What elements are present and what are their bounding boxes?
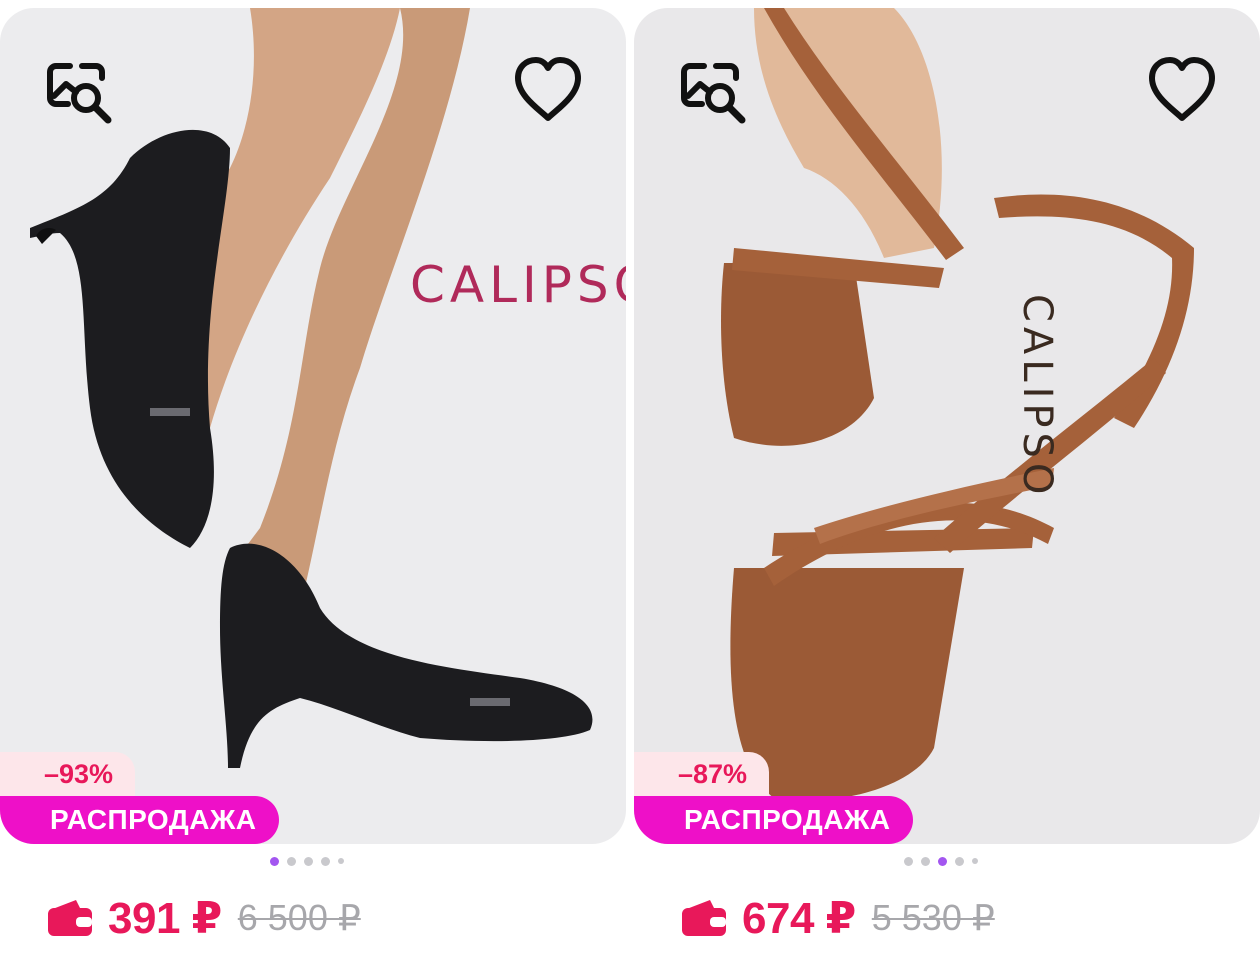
discount-badge: –87% [634,752,770,796]
product-image [30,8,593,768]
image-search-icon [681,63,746,124]
wallet-icon [682,900,726,936]
pagination-dot [972,858,978,864]
product-image [721,8,1194,801]
image-pagination-dots [270,854,344,868]
current-price: 674 ₽ [742,893,856,943]
brand-logo: CALIPSO [1014,294,1060,500]
discount-badge: –93% [0,752,136,796]
heart-icon [515,57,581,121]
pagination-dot [955,856,964,866]
pagination-dot [938,856,947,866]
image-search-button[interactable] [42,52,118,128]
pagination-dot [338,858,344,864]
pagination-dot [304,856,313,866]
price-row: 391 ₽ 6 500 ₽ [46,888,361,948]
sale-badge: РАСПРОДАЖА [0,796,279,844]
sale-badge: РАСПРОДАЖА [634,796,913,844]
price-row: 674 ₽ 5 530 ₽ [680,888,995,948]
wallet-icon [48,900,92,936]
favorite-button[interactable] [1144,52,1220,128]
image-search-icon [47,63,112,124]
product-card[interactable]: CALIPSO –93% РАСПРОДАЖА 391 ₽ 6 500 ₽ [0,0,626,959]
current-price: 391 ₽ [108,893,222,943]
product-photo[interactable]: CALIPSO [634,8,1260,844]
pagination-dot [287,856,296,866]
image-search-button[interactable] [676,52,752,128]
image-pagination-dots [904,854,978,868]
product-card[interactable]: CALIPSO –87% РАСПРОДАЖА 674 ₽ 5 530 ₽ [634,0,1260,959]
favorite-button[interactable] [510,52,586,128]
pagination-dot [321,856,330,866]
old-price: 5 530 ₽ [871,897,995,938]
old-price: 6 500 ₽ [237,897,361,938]
product-photo[interactable]: CALIPSO [0,8,626,844]
brand-logo: CALIPSO [410,256,626,314]
heart-icon [1149,57,1215,121]
pagination-dot [270,856,279,866]
pagination-dot [904,856,913,866]
pagination-dot [921,856,930,866]
